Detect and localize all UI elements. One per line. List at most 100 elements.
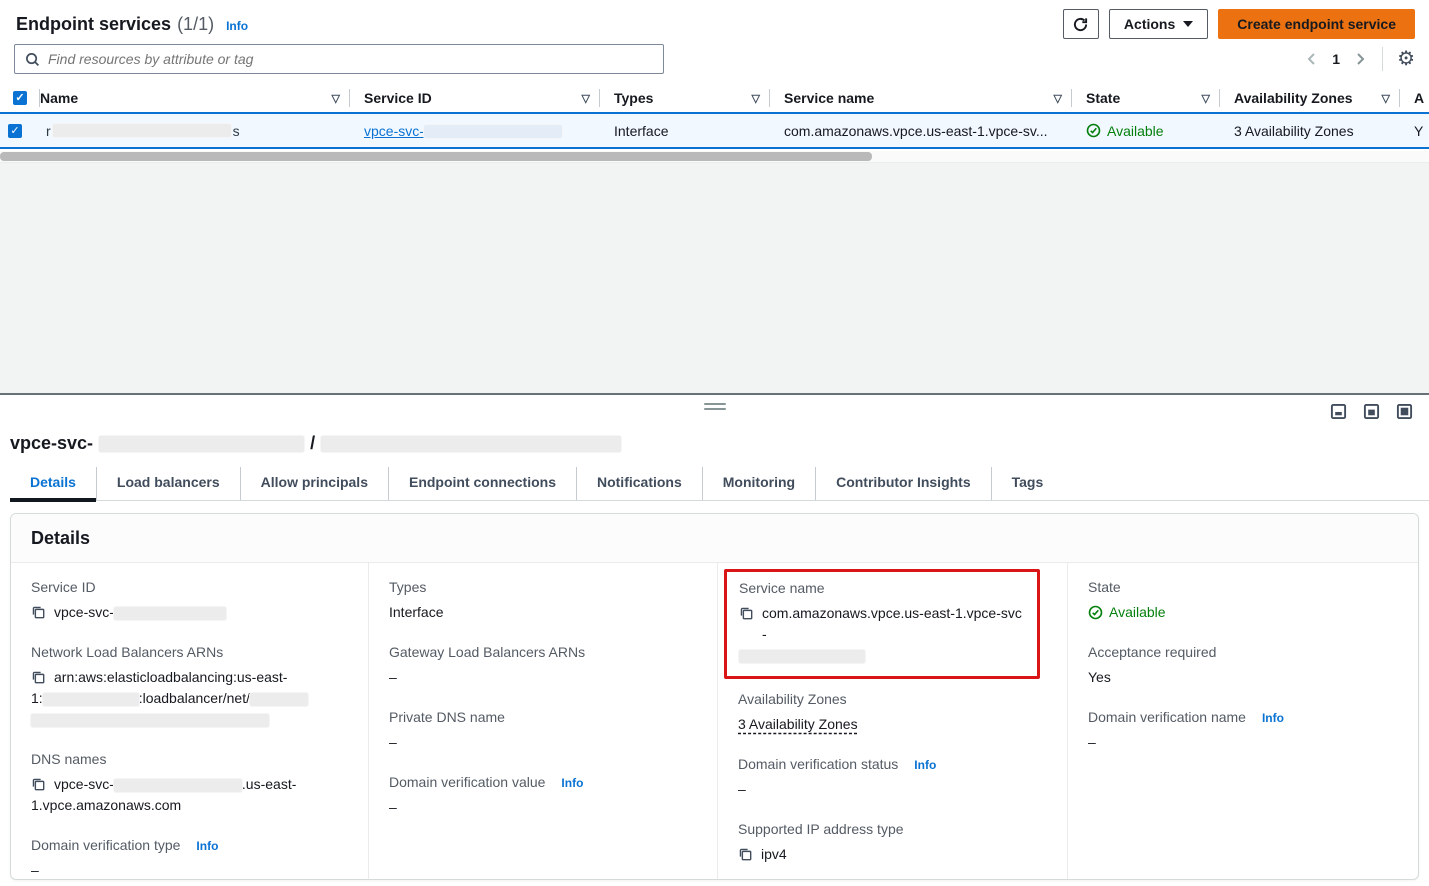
redacted-service-name xyxy=(321,436,621,452)
panel-title: vpce-svc- / xyxy=(10,433,621,454)
redacted-value xyxy=(114,779,242,792)
field-domain-verification-type: Domain verification type Info – xyxy=(31,837,352,880)
filter-row: 1 ⚙ xyxy=(14,44,1415,74)
filter-icon[interactable]: ▽ xyxy=(752,92,760,105)
tab-notifications[interactable]: Notifications xyxy=(576,467,702,500)
availability-zones-link[interactable]: 3 Availability Zones xyxy=(1234,123,1354,139)
field-state: State Available xyxy=(1088,579,1402,623)
field-types: Types Interface xyxy=(389,579,701,623)
column-header-clipped[interactable]: A xyxy=(1400,84,1429,112)
column-header-service-id[interactable]: Service ID ▽ xyxy=(350,84,600,112)
tab-allow-principals[interactable]: Allow principals xyxy=(240,467,388,500)
field-service-name: Service name com.amazonaws.vpce.us-east-… xyxy=(739,580,1025,666)
field-availability-zones: Availability Zones 3 Availability Zones xyxy=(738,691,1051,735)
details-column-2: Types Interface Gateway Load Balancers A… xyxy=(368,563,717,880)
column-header-name[interactable]: Name ▽ xyxy=(40,84,350,112)
tab-contributor-insights[interactable]: Contributor Insights xyxy=(815,467,991,500)
info-link[interactable]: Info xyxy=(1262,711,1284,725)
resource-count: (1/1) xyxy=(177,14,214,35)
select-all-checkbox[interactable]: ✓ xyxy=(13,91,27,105)
tab-endpoint-connections[interactable]: Endpoint connections xyxy=(388,467,576,500)
search-icon xyxy=(25,52,40,67)
field-network-load-balancers-arns: Network Load Balancers ARNs arn:aws:elas… xyxy=(31,644,352,730)
panel-size-large-icon[interactable] xyxy=(1396,403,1413,420)
page-info-link[interactable]: Info xyxy=(226,19,248,33)
tab-details[interactable]: Details xyxy=(10,467,96,500)
panel-size-medium-icon[interactable] xyxy=(1363,403,1380,420)
refresh-icon xyxy=(1072,16,1089,33)
previous-page-icon[interactable] xyxy=(1304,51,1320,67)
tab-tags[interactable]: Tags xyxy=(991,467,1064,500)
details-column-1: Service ID vpce-svc- Network Load Balanc… xyxy=(11,563,368,880)
row-clipped-cell: Y xyxy=(1400,123,1429,139)
field-service-id: Service ID vpce-svc- xyxy=(31,579,352,623)
redacted-value xyxy=(739,650,865,663)
table-row[interactable]: ✓ r s vpce-svc- Interface com.amazonaws.… xyxy=(0,112,1429,149)
next-page-icon[interactable] xyxy=(1352,51,1368,67)
panel-drag-handle[interactable] xyxy=(704,403,726,410)
redacted-service-id xyxy=(99,436,304,452)
select-all-cell: ✓ xyxy=(0,84,40,112)
row-types-cell: Interface xyxy=(600,123,770,139)
filter-icon[interactable]: ▽ xyxy=(1202,92,1210,105)
tab-load-balancers[interactable]: Load balancers xyxy=(96,467,240,500)
field-supported-ip-address-type: Supported IP address type ipv4 xyxy=(738,821,1051,865)
divider xyxy=(1382,47,1383,71)
redacted-value xyxy=(250,693,308,706)
filter-icon[interactable]: ▽ xyxy=(1382,92,1390,105)
filter-icon[interactable]: ▽ xyxy=(1054,92,1062,105)
status-available-icon xyxy=(1088,605,1103,620)
background-gap xyxy=(0,162,1429,393)
redacted-value xyxy=(31,714,269,727)
redacted-name xyxy=(53,124,231,137)
actions-button[interactable]: Actions xyxy=(1109,9,1208,39)
endpoint-services-table: ✓ Name ▽ Service ID ▽ Types ▽ Service na… xyxy=(0,84,1429,149)
details-column-4: State Available Acceptance required Yes … xyxy=(1067,563,1418,880)
row-checkbox[interactable]: ✓ xyxy=(8,124,22,138)
info-link[interactable]: Info xyxy=(561,776,583,790)
chevron-down-icon xyxy=(1183,21,1193,27)
actions-label: Actions xyxy=(1124,16,1175,32)
column-header-availability-zones[interactable]: Availability Zones ▽ xyxy=(1220,84,1400,112)
panel-size-controls xyxy=(1330,403,1413,420)
row-state-cell: Available xyxy=(1072,123,1220,139)
table-header-row: ✓ Name ▽ Service ID ▽ Types ▽ Service na… xyxy=(0,84,1429,112)
page-title: Endpoint services xyxy=(16,14,171,35)
service-name-highlight-box: Service name com.amazonaws.vpce.us-east-… xyxy=(724,569,1040,679)
column-header-types[interactable]: Types ▽ xyxy=(600,84,770,112)
column-header-state[interactable]: State ▽ xyxy=(1072,84,1220,112)
copy-icon[interactable] xyxy=(31,670,45,684)
create-endpoint-service-button[interactable]: Create endpoint service xyxy=(1218,9,1415,39)
copy-icon[interactable] xyxy=(31,605,45,619)
tab-monitoring[interactable]: Monitoring xyxy=(702,467,815,500)
filter-icon[interactable]: ▽ xyxy=(332,92,340,105)
panel-size-small-icon[interactable] xyxy=(1330,403,1347,420)
field-gateway-load-balancers-arns: Gateway Load Balancers ARNs – xyxy=(389,644,701,688)
service-id-link[interactable]: vpce-svc- xyxy=(364,123,562,139)
row-name-cell: r s xyxy=(40,123,350,139)
field-dns-names: DNS names vpce-svc-.us-east- 1.vpce.amaz… xyxy=(31,751,352,816)
row-service-id-cell: vpce-svc- xyxy=(350,123,600,139)
copy-icon[interactable] xyxy=(739,606,753,620)
info-link[interactable]: Info xyxy=(914,758,936,772)
field-domain-verification-status: Domain verification status Info – xyxy=(738,756,1051,800)
pagination: 1 ⚙ xyxy=(1304,47,1415,71)
horizontal-scrollbar-thumb[interactable] xyxy=(0,152,872,161)
settings-gear-icon[interactable]: ⚙ xyxy=(1397,49,1415,69)
column-header-service-name[interactable]: Service name ▽ xyxy=(770,84,1072,112)
panel-tabs: Details Load balancers Allow principals … xyxy=(10,467,1429,501)
refresh-button[interactable] xyxy=(1063,9,1099,39)
search-input[interactable] xyxy=(48,51,653,67)
info-link[interactable]: Info xyxy=(196,839,218,853)
availability-zones-link[interactable]: 3 Availability Zones xyxy=(738,716,858,732)
copy-icon[interactable] xyxy=(738,847,752,861)
details-card: Details Service ID vpce-svc- Network Loa… xyxy=(10,513,1419,880)
field-domain-verification-name: Domain verification name Info – xyxy=(1088,709,1402,753)
details-card-heading: Details xyxy=(11,514,1418,563)
row-service-name-cell: com.amazonaws.vpce.us-east-1.vpce-sv... xyxy=(770,123,1072,139)
search-box[interactable] xyxy=(14,44,664,74)
row-availability-zones-cell: 3 Availability Zones xyxy=(1220,123,1400,139)
redacted-value xyxy=(114,607,226,620)
filter-icon[interactable]: ▽ xyxy=(582,92,590,105)
copy-icon[interactable] xyxy=(31,777,45,791)
